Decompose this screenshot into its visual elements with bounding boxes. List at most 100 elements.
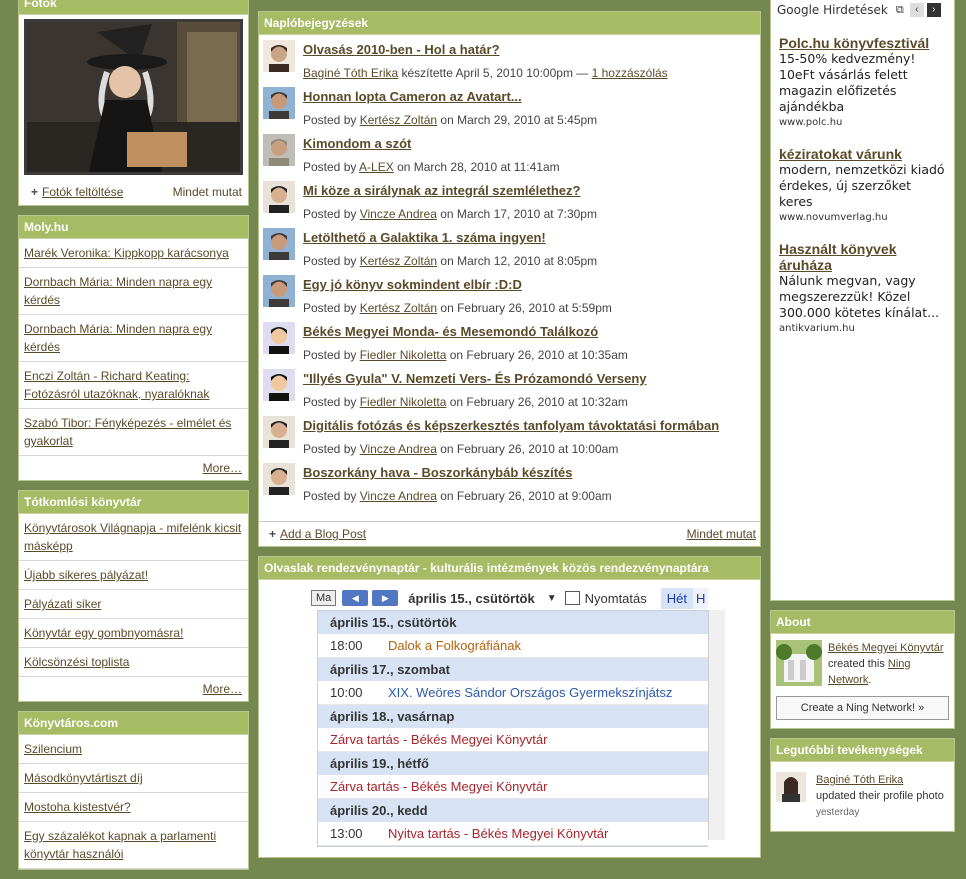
ad-url[interactable]: www.polc.hu [779, 117, 946, 128]
totkomlos-item-link[interactable]: Kölcsönzési toplista [24, 655, 129, 669]
blog-entry-title[interactable]: Boszorkány hava - Boszorkánybáb készítés [303, 464, 756, 482]
ad-title-link[interactable]: Polc.hu könyvfesztivál [779, 35, 946, 51]
calendar-event-title[interactable]: Dalok a Folkográfiának [388, 638, 521, 653]
avatar[interactable] [263, 369, 295, 401]
avatar[interactable] [263, 134, 295, 166]
blog-entry-title[interactable]: Egy jó könyv sokmindent elbír :D:D [303, 276, 756, 294]
blog-entry: Letölthető a Galaktika 1. száma ingyen! P… [259, 225, 760, 272]
network-name-link[interactable]: Békés Megyei Könyvtár [828, 642, 944, 654]
print-link[interactable]: Nyomtatás [585, 591, 647, 606]
create-network-button[interactable]: Create a Ning Network! » [776, 696, 949, 720]
blog-entry-meta: Posted by Fiedler Nikoletta on February … [303, 394, 756, 410]
tab-next[interactable]: H [693, 587, 709, 609]
blog-entry-title[interactable]: Mi köze a sirálynak az integrál szemléle… [303, 182, 756, 200]
totkomlos-item-link[interactable]: Pályázati siker [24, 597, 101, 611]
calendar-event-time: 18:00 [330, 638, 363, 653]
network-logo[interactable] [776, 640, 822, 686]
blog-entry-title[interactable]: Letölthető a Galaktika 1. száma ingyen! [303, 229, 756, 247]
calendar-event-title[interactable]: XIX. Weöres Sándor Országos Gyermekszínj… [388, 685, 672, 700]
blog-entry: Boszorkány hava - Boszorkánybáb készítés… [259, 460, 760, 507]
avatar[interactable] [263, 322, 295, 354]
moly-item-link[interactable]: Enczi Zoltán - Richard Keating: Fotózásr… [24, 369, 209, 401]
avatar[interactable] [263, 416, 295, 448]
blog-entry-title[interactable]: "Illyés Gyula" V. Nemzeti Vers- És Próza… [303, 370, 756, 388]
tab-week[interactable]: Hét [660, 587, 693, 609]
blog-entry-title[interactable]: Kimondom a szót [303, 135, 756, 153]
blog-entry-title[interactable]: Békés Megyei Monda- és Mesemondó Találko… [303, 323, 756, 341]
add-blog-post-link[interactable]: Add a Blog Post [280, 527, 366, 541]
blog-entry-author-link[interactable]: Fiedler Nikoletta [360, 348, 447, 362]
konyvtaros-item-link[interactable]: Szilencium [24, 742, 82, 756]
photos-show-all-link[interactable]: Mindet mutat [173, 185, 242, 199]
totkomlos-item-link[interactable]: Könyvtár egy gombnyomásra! [24, 626, 183, 640]
moly-more-link[interactable]: More… [203, 461, 242, 475]
external-link-icon[interactable]: ⧉ [896, 4, 904, 17]
blog-entry-date: on February 26, 2010 at 10:35am [446, 348, 628, 362]
ads-prev-button[interactable]: ‹ [909, 3, 924, 17]
activity-user-link[interactable]: Baginé Tóth Erika [816, 774, 903, 786]
calendar-event[interactable]: Zárva tartás - Békés Megyei Könyvtár [318, 775, 708, 799]
avatar[interactable] [263, 463, 295, 495]
ad-url[interactable]: www.novumverlag.hu [779, 212, 946, 223]
konyvtaros-item-link[interactable]: Másodkönyvtártiszt díj [24, 771, 143, 785]
dropdown-arrow-icon[interactable]: ▼ [547, 593, 557, 604]
blog-entry: Békés Megyei Monda- és Mesemondó Találko… [259, 319, 760, 366]
ad-url[interactable]: antikvarium.hu [779, 323, 946, 334]
featured-photo[interactable] [24, 19, 243, 175]
calendar-event[interactable]: 18:00 Dalok a Folkográfiának [318, 634, 708, 658]
blog-entry-author-link[interactable]: Baginé Tóth Erika [303, 66, 398, 80]
totkomlos-more-link[interactable]: More… [203, 682, 242, 696]
avatar[interactable] [263, 87, 295, 119]
blog-entry-comments-link[interactable]: 1 hozzászólás [592, 66, 668, 80]
blog-entry-author-link[interactable]: Kertész Zoltán [360, 254, 437, 268]
calendar-body: április 15., csütörtök 18:00 Dalok a Folko… [259, 610, 760, 847]
moly-item-link[interactable]: Szabó Tibor: Fényképezés - elmélet és gy… [24, 416, 231, 448]
blog-entry-author-link[interactable]: Vincze Andrea [360, 489, 437, 503]
moly-item-link[interactable]: Dornbach Mária: Minden napra egy kérdés [24, 275, 212, 307]
blog-entry-author-link[interactable]: Fiedler Nikoletta [360, 395, 447, 409]
blog-entry-author-link[interactable]: Kertész Zoltán [360, 113, 437, 127]
calendar-event-title[interactable]: Zárva tartás - Békés Megyei Könyvtár [330, 732, 547, 747]
totkomlos-item-link[interactable]: Újabb sikeres pályázat! [24, 568, 148, 582]
google-ads-label[interactable]: Google Hirdetések [777, 3, 888, 17]
avatar[interactable] [263, 228, 295, 260]
blog-entry-author-link[interactable]: Vincze Andrea [360, 207, 437, 221]
moly-item-link[interactable]: Marék Veronika: Kippkopp karácsonya [24, 246, 229, 260]
avatar[interactable] [263, 181, 295, 213]
list-item: Pályázati siker [19, 590, 248, 619]
blog-box: Naplóbejegyzések Olvasás 2010-ben - Hol … [258, 11, 761, 547]
calendar-event-title[interactable]: Nyitva tartás - Békés Megyei Könyvtár [388, 826, 608, 841]
konyvtaros-box: Könyvtáros.com Szilencium Másodkönyvtárt… [18, 711, 249, 870]
blog-show-all-link[interactable]: Mindet mutat [687, 527, 756, 541]
upload-photos-link[interactable]: Fotók feltöltése [42, 185, 123, 199]
ads-next-button[interactable]: › [926, 3, 941, 17]
totkomlos-item-link[interactable]: Könyvtárosok Világnapja - mifelénk kicsi… [24, 521, 241, 553]
calendar-day-header: április 20., kedd [318, 799, 708, 822]
blog-entry-title[interactable]: Digitális fotózás és képszerkesztés tanf… [303, 417, 756, 435]
prev-button[interactable]: ◀ [342, 590, 369, 606]
avatar[interactable] [776, 772, 806, 802]
calendar-event[interactable]: 13:00 Nyitva tartás - Békés Megyei Könyvt… [318, 822, 708, 846]
calendar-scrollbar[interactable] [708, 610, 725, 840]
blog-entry-author-link[interactable]: Vincze Andrea [360, 442, 437, 456]
avatar[interactable] [263, 275, 295, 307]
blog-entry-author-link[interactable]: A-LEX [359, 160, 394, 174]
activity-box: Legutóbbi tevékenységek Baginé Tóth Erik… [770, 738, 955, 832]
blog-entry-prefix: Posted by [303, 301, 360, 315]
calendar-event[interactable]: Zárva tartás - Békés Megyei Könyvtár [318, 728, 708, 752]
blog-entry: Kimondom a szót Posted by A-LEX on March … [259, 131, 760, 178]
moly-item-link[interactable]: Dornbach Mária: Minden napra egy kérdés [24, 322, 212, 354]
calendar-event[interactable]: 10:00 XIX. Weöres Sándor Országos Gyermek… [318, 681, 708, 705]
blog-entry-title[interactable]: Honnan lopta Cameron az Avatart... [303, 88, 756, 106]
blog-entry-title[interactable]: Olvasás 2010-ben - Hol a határ? [303, 41, 756, 59]
blog-entry-author-link[interactable]: Kertész Zoltán [360, 301, 437, 315]
calendar-event-title[interactable]: Zárva tartás - Békés Megyei Könyvtár [330, 779, 547, 794]
ad-title-link[interactable]: kéziratokat várunk [779, 146, 946, 162]
konyvtaros-item-link[interactable]: Mostoha kistestvér? [24, 800, 131, 814]
avatar[interactable] [263, 40, 295, 72]
konyvtaros-item-link[interactable]: Egy százalékot kapnak a parlamenti könyv… [24, 829, 216, 861]
next-button[interactable]: ▶ [372, 590, 399, 606]
ad-title-link[interactable]: Használt könyvek áruháza [779, 241, 946, 273]
printer-icon[interactable] [564, 591, 580, 605]
today-button[interactable]: Ma [311, 590, 337, 606]
